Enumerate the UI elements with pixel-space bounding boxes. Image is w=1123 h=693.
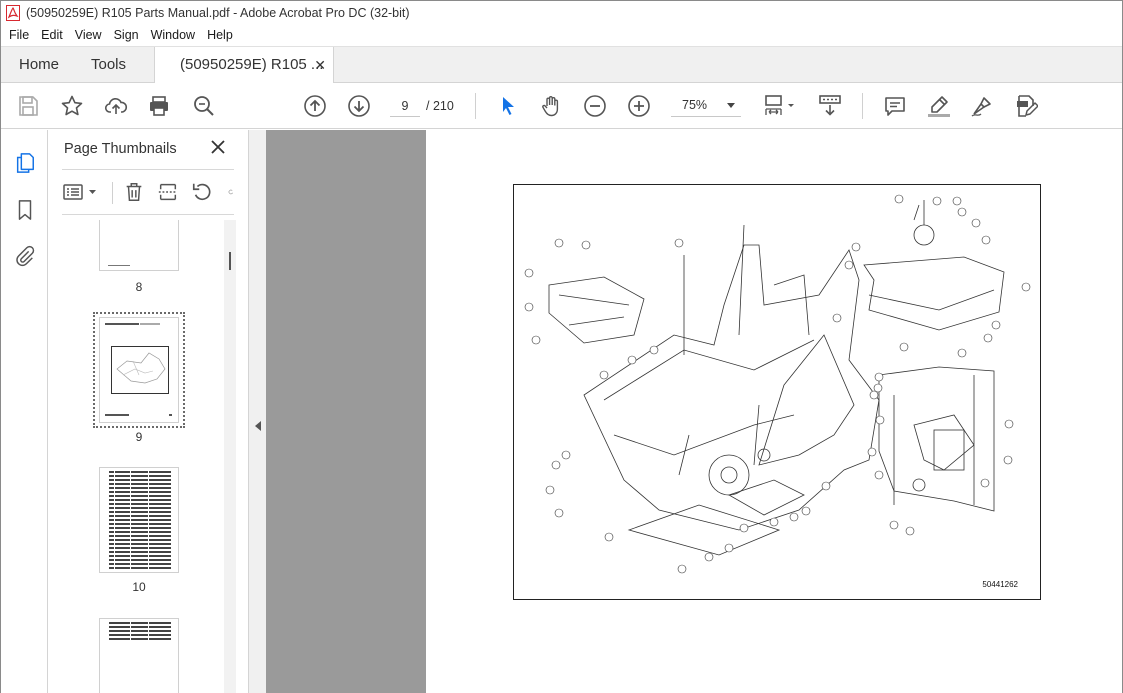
upload-icon[interactable] bbox=[103, 93, 129, 119]
hand-icon[interactable] bbox=[538, 93, 564, 119]
thumbnail-page[interactable] bbox=[99, 467, 179, 573]
attachment-icon[interactable] bbox=[12, 243, 38, 269]
pages-icon[interactable] bbox=[12, 150, 38, 176]
menu-help[interactable]: Help bbox=[201, 25, 239, 46]
navigation-rail bbox=[1, 130, 48, 693]
chevron-down-icon bbox=[727, 103, 735, 108]
tab-tools[interactable]: Tools bbox=[91, 47, 126, 83]
print-icon[interactable] bbox=[146, 93, 172, 119]
panel-collapse-handle[interactable] bbox=[248, 130, 266, 693]
tab-home[interactable]: Home bbox=[19, 47, 59, 83]
page-total: / 210 bbox=[426, 99, 454, 113]
arrow-down-icon[interactable] bbox=[346, 93, 372, 119]
thumbnail-label: 8 bbox=[135, 280, 143, 294]
acrobat-window: (50950259E) R105 Parts Manual.pdf - Adob… bbox=[0, 0, 1123, 693]
panel-title: Page Thumbnails bbox=[64, 141, 177, 157]
star-icon[interactable] bbox=[59, 93, 85, 119]
search-icon[interactable] bbox=[191, 93, 217, 119]
select-arrow-icon[interactable] bbox=[495, 93, 521, 119]
parts-drawing: 50441262 bbox=[513, 184, 1041, 600]
page-thumbnails-panel: Page Thumbnails 8 9 10 bbox=[48, 130, 248, 693]
toolbar-separator bbox=[475, 93, 476, 119]
drawing-number: 50441262 bbox=[982, 580, 1018, 589]
chevron-left-icon bbox=[255, 421, 261, 431]
tab-document-label: (50950259E) R105 ... bbox=[180, 56, 324, 73]
close-icon[interactable] bbox=[209, 138, 227, 156]
document-viewport[interactable]: 50441262 bbox=[266, 130, 1122, 693]
pdf-page[interactable]: 50441262 bbox=[426, 130, 1122, 693]
rotate-icon[interactable] bbox=[189, 179, 215, 205]
title-bar: (50950259E) R105 Parts Manual.pdf - Adob… bbox=[1, 1, 1122, 25]
thumbnail-scrollbar[interactable] bbox=[224, 220, 236, 693]
panel-toolbar-separator bbox=[112, 182, 113, 204]
sign-icon[interactable] bbox=[969, 93, 995, 119]
page-fit-icon[interactable] bbox=[763, 93, 797, 119]
scrollbar-thumb[interactable] bbox=[229, 252, 231, 270]
panel-divider bbox=[62, 169, 234, 170]
tab-bar: Home Tools (50950259E) R105 ... ✕ bbox=[1, 46, 1122, 84]
menu-window[interactable]: Window bbox=[145, 25, 201, 46]
comment-icon[interactable] bbox=[882, 93, 908, 119]
toolbar-separator bbox=[862, 93, 863, 119]
main-toolbar: / 210 75% bbox=[1, 83, 1122, 129]
extract-pages-icon[interactable] bbox=[155, 179, 181, 205]
thumbnail-page[interactable] bbox=[99, 220, 179, 271]
zoom-value: 75% bbox=[682, 98, 708, 112]
thumbnail-label: 9 bbox=[135, 430, 143, 444]
bookmark-icon[interactable] bbox=[12, 197, 38, 223]
thumbnail-label: 10 bbox=[132, 580, 146, 594]
thumbnail-page[interactable] bbox=[99, 618, 179, 693]
highlight-icon[interactable] bbox=[926, 93, 952, 119]
zoom-in-icon[interactable] bbox=[626, 93, 652, 119]
exploded-view-diagram bbox=[524, 194, 1031, 574]
rotate-clockwise-icon[interactable] bbox=[220, 179, 234, 205]
thumbnail-page[interactable] bbox=[99, 317, 179, 423]
menu-bar: File Edit View Sign Window Help bbox=[1, 25, 1122, 46]
menu-view[interactable]: View bbox=[69, 25, 108, 46]
panel-divider bbox=[62, 214, 234, 215]
thumbnail-options-icon[interactable] bbox=[62, 179, 98, 205]
menu-edit[interactable]: Edit bbox=[35, 25, 69, 46]
trash-icon[interactable] bbox=[121, 179, 147, 205]
menu-sign[interactable]: Sign bbox=[108, 25, 145, 46]
arrow-up-icon[interactable] bbox=[302, 93, 328, 119]
page-gutter bbox=[266, 130, 426, 693]
save-icon[interactable] bbox=[15, 93, 41, 119]
edit-pdf-icon[interactable] bbox=[1013, 93, 1039, 119]
zoom-out-icon[interactable] bbox=[582, 93, 608, 119]
zoom-dropdown[interactable]: 75% bbox=[671, 95, 741, 117]
tab-close-icon[interactable]: ✕ bbox=[314, 47, 326, 83]
tab-document[interactable]: (50950259E) R105 ... ✕ bbox=[154, 47, 334, 84]
page-number-input[interactable] bbox=[390, 95, 420, 117]
menu-file[interactable]: File bbox=[3, 25, 35, 46]
window-title: (50950259E) R105 Parts Manual.pdf - Adob… bbox=[26, 6, 410, 20]
thumbnail-list[interactable]: 8 9 10 bbox=[62, 220, 222, 693]
scroll-mode-icon[interactable] bbox=[816, 93, 846, 119]
acrobat-logo-icon bbox=[6, 5, 20, 21]
